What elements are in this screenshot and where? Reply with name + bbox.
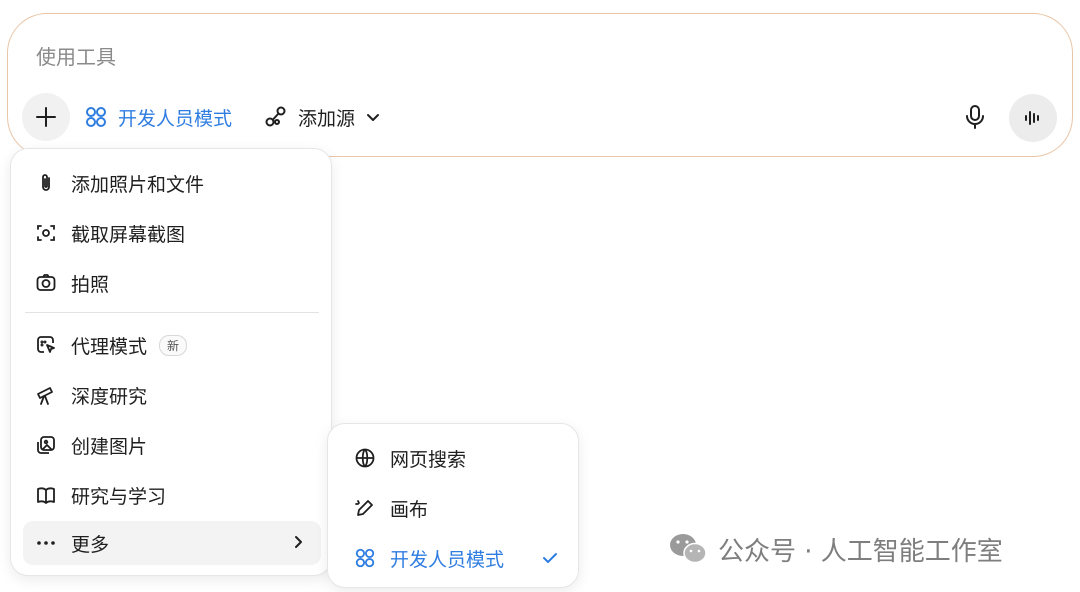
agent-cursor-icon	[33, 332, 59, 358]
add-source-dropdown[interactable]: 添加源	[264, 104, 381, 130]
menu-item-screenshot[interactable]: 截取屏幕截图	[23, 211, 321, 255]
dev-mode-icon	[352, 545, 378, 571]
submenu-item-label: 开发人员模式	[390, 548, 505, 571]
dev-mode-chip[interactable]: 开发人员模式	[84, 104, 232, 130]
watermark-text: 公众号 · 人工智能工作室	[718, 536, 1003, 567]
add-source-label: 添加源	[298, 107, 356, 130]
more-submenu: 网页搜索 画布 开发人员模式	[327, 423, 579, 588]
composer-input[interactable]: 使用工具	[36, 41, 116, 70]
paperclip-icon	[33, 170, 59, 196]
new-badge: 新	[159, 334, 188, 356]
menu-item-more[interactable]: 更多	[23, 521, 321, 565]
menu-item-add-photos-files[interactable]: 添加照片和文件	[23, 161, 321, 205]
waveform-icon	[1025, 111, 1039, 125]
chevron-down-icon	[367, 114, 380, 121]
menu-item-agent-mode[interactable]: 代理模式 新	[23, 323, 321, 367]
globe-icon	[352, 445, 378, 471]
pen-sparkle-icon	[352, 495, 378, 521]
menu-item-create-image[interactable]: 创建图片	[23, 423, 321, 467]
menu-item-study-learn[interactable]: 研究与学习	[23, 473, 321, 517]
menu-item-label: 代理模式	[71, 335, 148, 358]
menu-item-take-photo[interactable]: 拍照	[23, 261, 321, 305]
dev-mode-label: 开发人员模式	[118, 107, 233, 130]
voice-mode-button[interactable]	[1009, 94, 1057, 142]
checkmark-icon	[543, 553, 557, 563]
camera-icon	[33, 270, 59, 296]
chevron-right-icon	[295, 536, 302, 548]
microphone-button[interactable]	[958, 100, 992, 134]
menu-item-deep-research[interactable]: 深度研究	[23, 373, 321, 417]
menu-item-label: 添加照片和文件	[71, 173, 205, 196]
add-button[interactable]	[22, 93, 70, 141]
book-icon	[33, 482, 59, 508]
plus-icon	[36, 107, 56, 127]
menu-divider	[25, 312, 319, 313]
microphone-icon	[966, 105, 984, 129]
menu-item-label: 更多	[71, 533, 110, 556]
menu-item-label: 拍照	[71, 273, 110, 296]
link-nodes-icon	[265, 106, 286, 127]
submenu-item-label: 网页搜索	[390, 448, 467, 471]
menu-item-label: 创建图片	[71, 435, 148, 458]
menu-item-label: 截取屏幕截图	[71, 223, 186, 246]
submenu-item-label: 画布	[390, 498, 429, 521]
screenshot-icon	[33, 220, 59, 246]
submenu-item-web-search[interactable]: 网页搜索	[342, 436, 566, 480]
attachment-menu: 添加照片和文件 截取屏幕截图 拍照 代理模式 新 深度研究 创建图片 研究与学习…	[10, 148, 332, 576]
composer: 使用工具 开发人员模式 添加源	[7, 13, 1073, 157]
menu-item-label: 深度研究	[71, 385, 148, 408]
submenu-item-canvas[interactable]: 画布	[342, 486, 566, 530]
image-create-icon	[33, 432, 59, 458]
wechat-icon	[670, 534, 707, 564]
dev-mode-icon	[86, 107, 106, 127]
watermark: 公众号 · 人工智能工作室	[668, 530, 1003, 568]
telescope-icon	[33, 382, 59, 408]
ellipsis-icon	[33, 530, 59, 556]
menu-item-label: 研究与学习	[71, 485, 167, 508]
submenu-item-dev-mode[interactable]: 开发人员模式	[342, 536, 566, 580]
